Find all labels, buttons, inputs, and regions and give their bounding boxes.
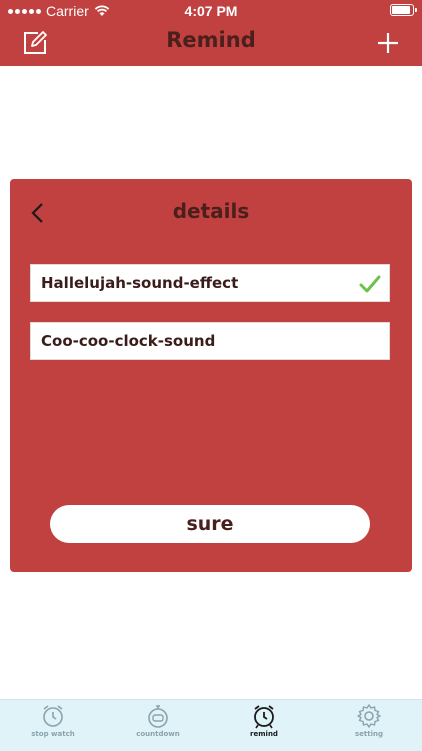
alarm-clock-icon: [43, 705, 63, 727]
stopwatch-icon: [148, 705, 168, 728]
tab-label: remind: [250, 730, 278, 738]
status-bar: Carrier 4:07 PM: [0, 0, 422, 22]
battery-icon: [390, 4, 417, 16]
tab-setting[interactable]: setting: [316, 700, 422, 751]
tab-bar: stop watch countdown remind setting: [0, 699, 422, 751]
nav-bar: Remind: [0, 22, 422, 66]
checkmark-icon: [359, 275, 381, 293]
sound-option-label: Coo-coo-clock-sound: [41, 332, 216, 350]
alarm-clock-icon: [254, 705, 274, 729]
status-time: 4:07 PM: [184, 3, 238, 19]
page-title: Remind: [166, 28, 256, 52]
gear-icon: [357, 704, 381, 728]
sure-button[interactable]: sure: [50, 505, 370, 543]
add-button[interactable]: [376, 31, 400, 55]
tab-label: setting: [355, 730, 383, 738]
sound-option-label: Hallelujah-sound-effect: [41, 274, 239, 292]
sound-option-coo-coo[interactable]: Coo-coo-clock-sound: [30, 322, 390, 360]
tab-countdown[interactable]: countdown: [105, 700, 211, 751]
sound-option-hallelujah[interactable]: Hallelujah-sound-effect: [30, 264, 390, 302]
tab-label: countdown: [136, 730, 180, 738]
tab-remind[interactable]: remind: [211, 700, 317, 751]
details-panel: details Hallelujah-sound-effect Coo-coo-…: [10, 179, 412, 572]
details-title: details: [172, 199, 250, 223]
tab-label: stop watch: [31, 730, 75, 738]
tab-stop-watch[interactable]: stop watch: [0, 700, 106, 751]
plus-icon: [378, 33, 398, 53]
